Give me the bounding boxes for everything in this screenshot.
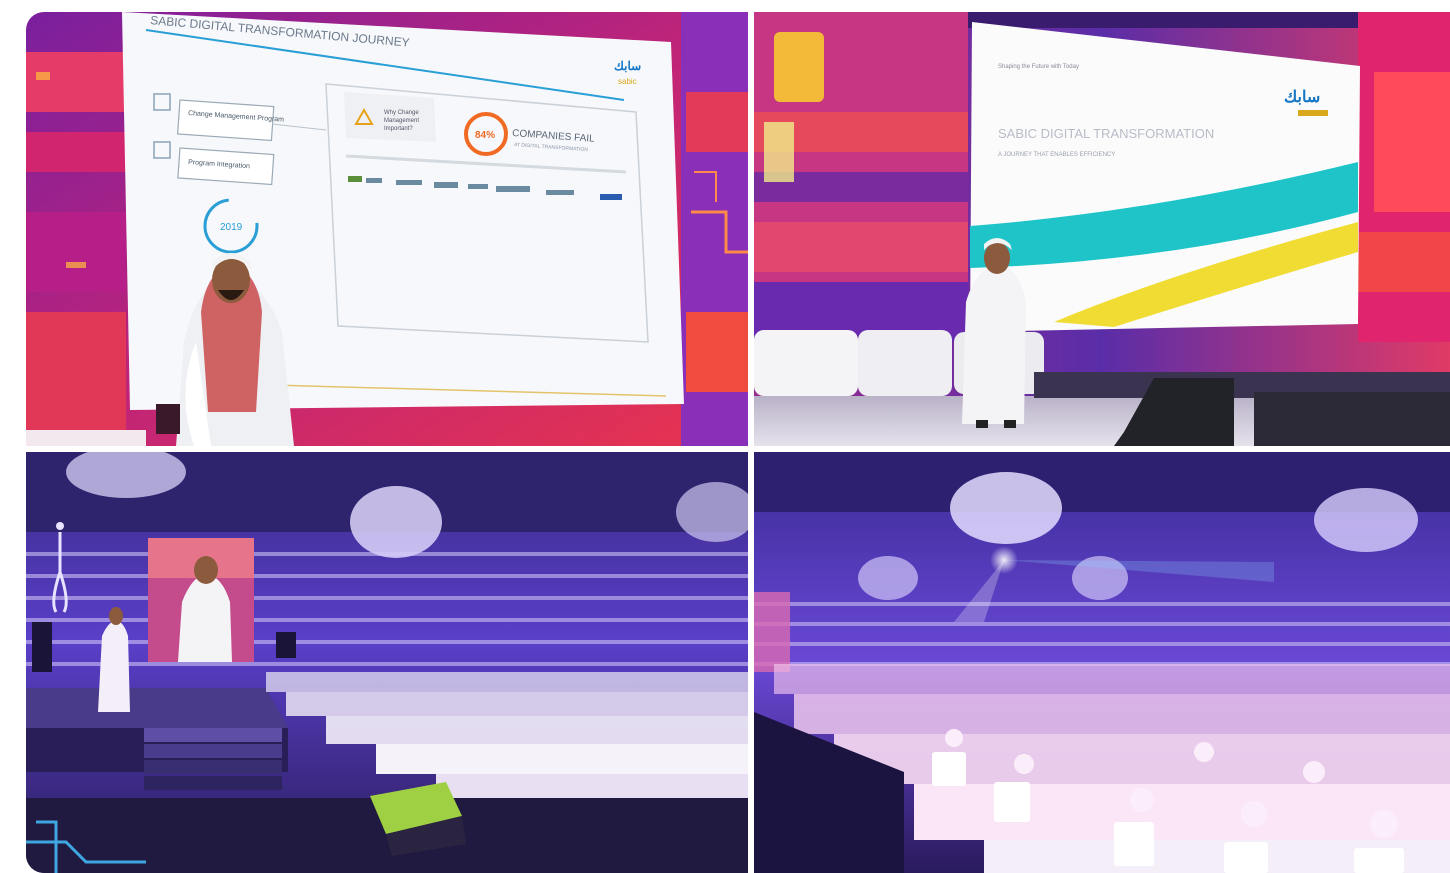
chandelier xyxy=(1314,488,1418,552)
photo-collage: SABIC DIGITAL TRANSFORMATION JOURNEY ساب… xyxy=(26,12,1450,873)
slide-brand-logo: سابك xyxy=(1284,89,1320,106)
chandelier xyxy=(858,556,918,600)
slide-subtitle: A JOURNEY THAT ENABLES EFFICIENCY xyxy=(998,152,1115,158)
chandelier xyxy=(350,486,442,558)
slide-small-title: Shaping the Future with Today xyxy=(998,64,1079,70)
photo-presenter-journey-slide: SABIC DIGITAL TRANSFORMATION JOURNEY ساب… xyxy=(26,12,748,446)
slide-warn-line2: Management xyxy=(384,118,419,124)
slide-warn-line3: Important? xyxy=(384,126,413,132)
slide-percent-stat: 84% xyxy=(475,130,495,141)
slide-title: SABIC DIGITAL TRANSFORMATION xyxy=(998,126,1214,141)
chandelier xyxy=(950,472,1062,544)
slide-brand-sub: sabic xyxy=(618,77,637,86)
slide-warn-line1: Why Change xyxy=(384,110,419,116)
slide-brand-logo: سابك xyxy=(614,59,641,73)
photo-audience-seating xyxy=(754,452,1450,873)
slide-year: 2019 xyxy=(220,222,243,233)
photo-presenter-title-slide: Shaping the Future with Today SABIC DIGI… xyxy=(754,12,1450,446)
photo-venue-stage-audience xyxy=(26,452,748,873)
